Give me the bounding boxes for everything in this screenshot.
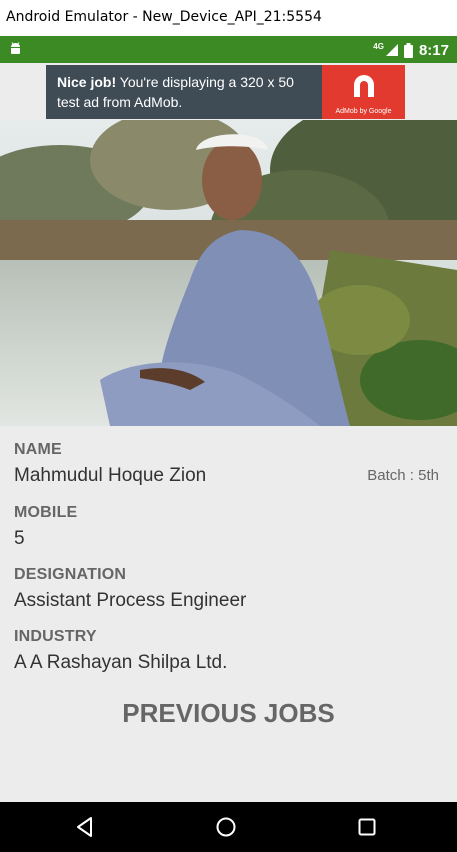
designation-value: Assistant Process Engineer (14, 590, 247, 611)
profile-photo (0, 120, 457, 426)
android-icon (11, 42, 20, 54)
home-icon[interactable] (214, 815, 238, 839)
emulator-titlebar: Android Emulator - New_Device_API_21:555… (0, 0, 457, 36)
status-bar: 4G 8:17 (0, 36, 457, 63)
back-icon[interactable] (74, 815, 98, 839)
industry-value: A A Rashayan Shilpa Ltd. (14, 652, 228, 673)
mobile-label: MOBILE (14, 504, 78, 521)
name-label: NAME (14, 441, 62, 458)
mobile-value: 5 (14, 528, 25, 549)
recents-icon[interactable] (355, 815, 379, 839)
previous-jobs-heading: PREVIOUS JOBS (122, 698, 335, 728)
window-title: Android Emulator - New_Device_API_21:555… (6, 9, 322, 25)
batch-value: Batch : 5th (367, 467, 439, 484)
signal-icon (385, 44, 398, 56)
status-time: 8:17 (418, 41, 449, 59)
profile-photo-image (0, 120, 457, 426)
name-value: Mahmudul Hoque Zion (14, 465, 207, 486)
ad-text: Nice job! You're displaying a 320 x 50 t… (57, 72, 319, 112)
admob-logo-icon (354, 75, 374, 97)
ad-headline: Nice job! (57, 74, 117, 90)
profile-details: NAME Mahmudul Hoque Zion Batch : 5th MOB… (0, 426, 457, 802)
battery-icon (403, 42, 413, 58)
ad-container: Nice job! You're displaying a 320 x 50 t… (0, 63, 457, 120)
navigation-bar (0, 802, 457, 852)
admob-banner[interactable]: Nice job! You're displaying a 320 x 50 t… (46, 65, 405, 119)
designation-label: DESIGNATION (14, 566, 127, 583)
admob-logo: AdMob by Google (322, 65, 405, 119)
network-type: 4G (373, 41, 384, 51)
industry-label: INDUSTRY (14, 628, 97, 645)
ad-brand: AdMob by Google (335, 108, 392, 115)
